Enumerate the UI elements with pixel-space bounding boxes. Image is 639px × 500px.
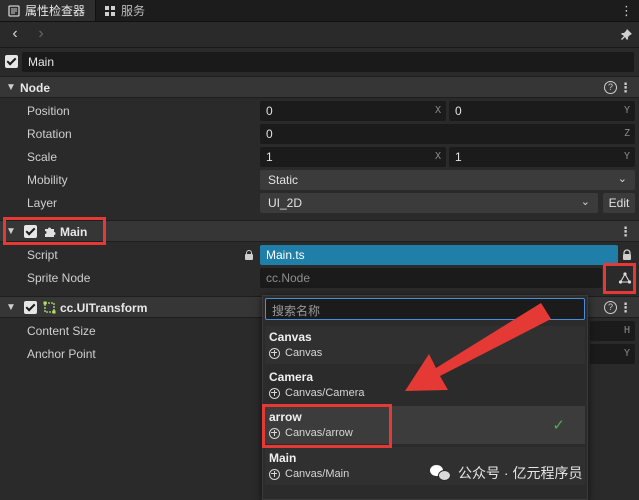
script-label: Script [27,248,58,262]
inspector-icon [8,4,20,17]
scale-y-value: 1 [455,150,462,164]
grid-icon [104,5,116,17]
lock-icon [244,250,254,260]
pin-icon[interactable] [620,28,633,44]
sprite-node-field[interactable]: cc.Node [260,268,602,288]
position-label: Position [27,104,70,118]
anchor-point-label: Anchor Point [27,347,96,361]
highlight-main-component [3,217,106,245]
component-menu-icon[interactable]: ⋮ [619,224,632,240]
position-x-value: 0 [266,104,273,118]
node-option-name: Canvas [269,330,312,344]
watermark-text: 公众号 · 亿元程序员 [458,465,583,481]
tab-inspector-label: 属性检查器 [25,4,86,18]
node-section-header[interactable]: ▼ Node ? ⋮ [0,76,639,98]
chevron-down-icon[interactable]: ▼ [6,82,16,93]
node-search-input[interactable]: 搜索名称 [265,298,585,320]
rotation-z-value: 0 [266,127,273,141]
node-option-name: Camera [269,370,314,384]
node-option-camera[interactable]: Camera Canvas/Camera [265,366,585,404]
scale-y-field[interactable]: 1 Y [449,147,635,167]
mobility-row: Mobility Static ⌄ [0,169,639,191]
tab-services-label: 服务 [121,4,146,18]
component-menu-icon[interactable]: ⋮ [619,300,632,316]
transform-icon [43,301,56,317]
back-icon[interactable]: ‹ [6,26,24,44]
chevron-down-icon: ⌄ [617,173,627,185]
node-icon [269,387,280,399]
content-size-h-field[interactable]: H [590,321,635,341]
node-option-name: Main [269,451,297,465]
watermark: 公众号 · 亿元程序员 [430,463,582,483]
axis-y-label: Y [623,151,630,162]
axis-h-label: H [623,325,630,336]
layer-row: Layer UI_2D ⌄ Edit [0,192,639,214]
node-name-bar: Main [0,49,639,75]
scale-row: Scale 1 X 1 Y [0,146,639,168]
node-option-path: Canvas/Camera [285,387,365,399]
node-section-title: Node [20,81,50,95]
sprite-node-row: Sprite Node cc.Node [0,267,639,289]
axis-z-label: Z [623,128,630,139]
axis-x-label: X [434,151,441,162]
forward-icon[interactable]: › [32,26,50,44]
checkmark-icon: ✓ [552,417,565,434]
node-option-path: Canvas/Main [285,468,350,480]
wechat-icon [430,464,452,482]
mobility-label: Mobility [27,173,68,187]
position-x-field[interactable]: 0 X [260,101,446,121]
sprite-node-label: Sprite Node [27,271,91,285]
node-icon [269,347,280,359]
help-icon[interactable]: ? [604,81,617,94]
layer-value: UI_2D [268,196,303,210]
position-y-value: 0 [455,104,462,118]
scale-label: Scale [27,150,58,164]
rotation-label: Rotation [27,127,72,141]
node-active-checkbox[interactable] [5,55,18,68]
asset-lock-icon[interactable] [621,249,633,264]
mobility-value: Static [268,173,299,187]
mobility-select[interactable]: Static ⌄ [260,170,635,190]
script-row: Script Main.ts [0,244,639,266]
uitransform-title: cc.UITransform [60,301,148,315]
tab-bar: 属性检查器 服务 ⋮ [0,0,639,22]
tab-services[interactable]: 服务 [96,0,155,21]
rotation-row: Rotation 0 Z [0,123,639,145]
node-option-path-row: Canvas [269,347,322,359]
node-option-path-row: Canvas/Main [269,468,349,480]
section-menu-icon[interactable]: ⋮ [619,80,632,96]
tab-inspector[interactable]: 属性检查器 [0,0,97,21]
anchor-point-y-field[interactable]: Y [590,344,635,364]
nav-bar: ‹ › [0,22,639,48]
node-option-path: Canvas [285,347,323,359]
position-row: Position 0 X 0 Y [0,100,639,122]
node-icon [269,468,280,480]
highlight-node-picker-button [603,263,636,294]
scale-x-value: 1 [266,150,273,164]
axis-x-label: X [434,105,441,116]
axis-y-label: Y [623,348,630,359]
help-icon[interactable]: ? [604,301,617,314]
layer-label: Layer [27,196,58,210]
axis-y-label: Y [623,105,630,116]
content-size-label: Content Size [27,324,96,338]
node-option-canvas[interactable]: Canvas Canvas [265,326,585,364]
chevron-down-icon: ⌄ [580,196,590,208]
node-option-path-row: Canvas/Camera [269,387,364,399]
layer-select[interactable]: UI_2D ⌄ [260,193,598,213]
chevron-down-icon[interactable]: ▼ [6,302,16,313]
scale-x-field[interactable]: 1 X [260,147,446,167]
script-asset-field[interactable]: Main.ts [260,245,618,265]
layer-edit-button[interactable]: Edit [603,193,635,213]
rotation-z-field[interactable]: 0 Z [260,124,635,144]
position-y-field[interactable]: 0 Y [449,101,635,121]
more-options-icon[interactable]: ⋮ [620,4,633,17]
node-name-input[interactable]: Main [22,52,634,72]
uitransform-enabled-checkbox[interactable] [24,301,37,314]
highlight-arrow-option [262,404,392,448]
